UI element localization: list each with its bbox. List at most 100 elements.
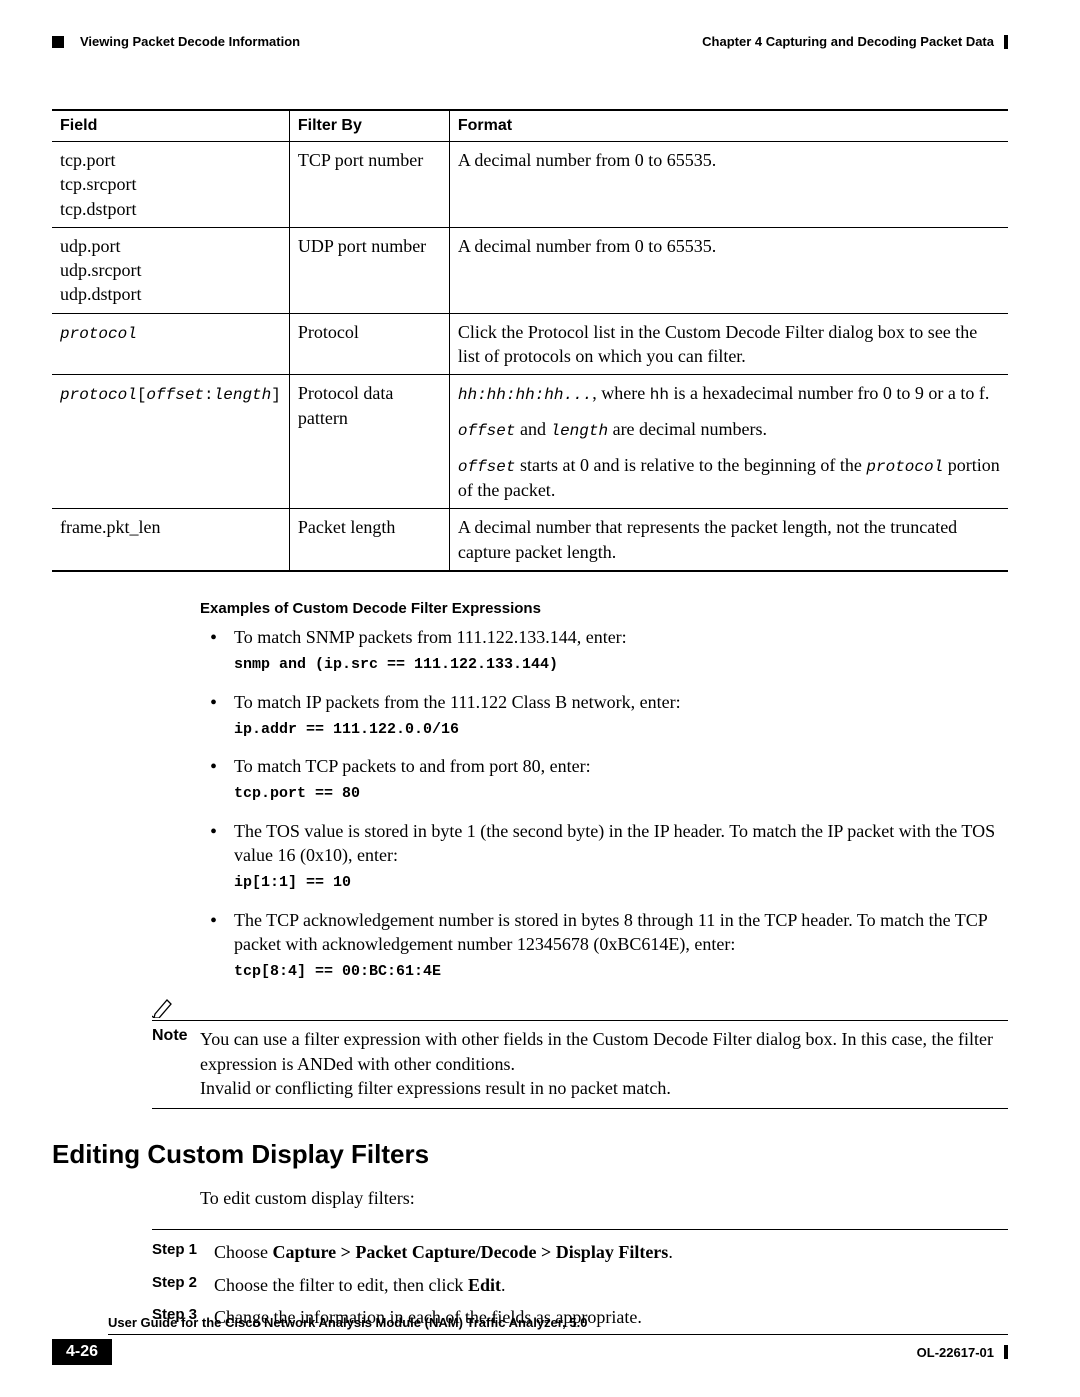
footer-bottom: 4-26 OL-22617-01 [52, 1339, 1008, 1365]
cell-field: udp.port udp.srcport udp.dstport [52, 227, 289, 313]
page-content: Viewing Packet Decode Information Chapte… [0, 0, 1080, 1329]
t: hh [650, 386, 669, 404]
field-val: udp.dstport [60, 284, 142, 304]
step-text: Choose Capture > Packet Capture/Decode >… [214, 1240, 673, 1264]
footer-code: OL-22617-01 [917, 1345, 1008, 1360]
list-item: To match TCP packets to and from port 80… [200, 754, 1008, 805]
cell-format: A decimal number that represents the pac… [449, 509, 1008, 571]
pencil-icon [152, 996, 1008, 1018]
th-filterby: Filter By [289, 110, 449, 142]
note-label: Note [152, 1027, 200, 1100]
table-row: protocol Protocol Click the Protocol lis… [52, 313, 1008, 375]
page-number-badge: 4-26 [52, 1339, 112, 1365]
footer-title-wrap: User Guide for the Cisco Network Analysi… [108, 1311, 1008, 1335]
note-line: You can use a filter expression with oth… [200, 1029, 993, 1073]
t: Capture > Packet Capture/Decode > Displa… [273, 1242, 669, 1262]
cell-filterby: Protocol [289, 313, 449, 375]
t: length [214, 386, 272, 404]
step-text: Choose the filter to edit, then click Ed… [214, 1273, 505, 1297]
header-right: Chapter 4 Capturing and Decoding Packet … [702, 34, 1008, 49]
list-item: The TCP acknowledgement number is stored… [200, 908, 1008, 983]
list-item: To match IP packets from the 111.122 Cla… [200, 690, 1008, 741]
cell-format: A decimal number from 0 to 65535. [449, 227, 1008, 313]
table-row: tcp.port tcp.srcport tcp.dstport TCP por… [52, 142, 1008, 228]
field-val: udp.srcport [60, 260, 141, 280]
footer-bar-icon [1004, 1345, 1008, 1359]
header-left: Viewing Packet Decode Information [52, 34, 300, 49]
example-code: snmp and (ip.src == 111.122.133.144) [234, 655, 1008, 675]
cell-filterby: TCP port number [289, 142, 449, 228]
section-intro: To edit custom display filters: [200, 1188, 1008, 1209]
field-val: protocol [60, 325, 137, 343]
examples-heading: Examples of Custom Decode Filter Express… [200, 600, 1008, 617]
t: protocol [60, 386, 137, 404]
cell-field: frame.pkt_len [52, 509, 289, 571]
main-content: Field Filter By Format tcp.port tcp.srcp… [52, 109, 1008, 1329]
note-text: You can use a filter expression with oth… [200, 1027, 1008, 1100]
section-heading: Editing Custom Display Filters [52, 1139, 1008, 1170]
cell-format: hh:hh:hh:hh..., where hh is a hexadecima… [449, 375, 1008, 509]
t: starts at 0 and is relative to the begin… [515, 455, 866, 475]
step-row: Step 2 Choose the filter to edit, then c… [152, 1273, 1008, 1297]
example-code: tcp.port == 80 [234, 784, 1008, 804]
example-text: To match SNMP packets from 111.122.133.1… [234, 627, 627, 647]
field-val: tcp.port [60, 150, 116, 170]
table-header-row: Field Filter By Format [52, 110, 1008, 142]
t: offset [458, 422, 516, 440]
example-text: To match IP packets from the 111.122 Cla… [234, 692, 681, 712]
table-row: frame.pkt_len Packet length A decimal nu… [52, 509, 1008, 571]
t: length [550, 422, 608, 440]
t: protocol [866, 458, 943, 476]
step-label: Step 1 [152, 1240, 214, 1264]
example-code: ip.addr == 111.122.0.0/16 [234, 720, 1008, 740]
list-item: The TOS value is stored in byte 1 (the s… [200, 819, 1008, 894]
footer-title: User Guide for the Cisco Network Analysi… [108, 1315, 587, 1330]
note-block: Note You can use a filter expression wit… [152, 996, 1008, 1109]
example-text: The TCP acknowledgement number is stored… [234, 910, 987, 954]
footer-code-text: OL-22617-01 [917, 1345, 994, 1360]
table-row: protocol[offset:length] Protocol data pa… [52, 375, 1008, 509]
header-bar-icon [1004, 35, 1008, 49]
t: ] [271, 386, 281, 404]
cell-format: Click the Protocol list in the Custom De… [449, 313, 1008, 375]
t: offset [146, 386, 204, 404]
example-text: The TOS value is stored in byte 1 (the s… [234, 821, 995, 865]
t: : [204, 386, 214, 404]
t: hh:hh:hh:hh... [458, 386, 592, 404]
t: , where [592, 383, 649, 403]
cell-field: protocol [52, 313, 289, 375]
list-item: To match SNMP packets from 111.122.133.1… [200, 625, 1008, 676]
examples-list: To match SNMP packets from 111.122.133.1… [200, 625, 1008, 982]
header-marker-icon [52, 36, 64, 48]
field-val: tcp.dstport [60, 199, 137, 219]
step-row: Step 1 Choose Capture > Packet Capture/D… [152, 1240, 1008, 1264]
t: . [501, 1275, 506, 1295]
t: Choose [214, 1242, 273, 1262]
cell-format: A decimal number from 0 to 65535. [449, 142, 1008, 228]
t: are decimal numbers. [608, 419, 767, 439]
cell-filterby: Protocol data pattern [289, 375, 449, 509]
header-chapter: Chapter 4 Capturing and Decoding Packet … [702, 34, 994, 49]
field-val: udp.port [60, 236, 121, 256]
cell-filterby: UDP port number [289, 227, 449, 313]
t: [ [137, 386, 147, 404]
cell-field: tcp.port tcp.srcport tcp.dstport [52, 142, 289, 228]
note-body: Note You can use a filter expression wit… [152, 1020, 1008, 1109]
example-code: tcp[8:4] == 00:BC:61:4E [234, 962, 1008, 982]
table-row: udp.port udp.srcport udp.dstport UDP por… [52, 227, 1008, 313]
t: offset [458, 458, 516, 476]
page-header: Viewing Packet Decode Information Chapte… [52, 34, 1008, 49]
t: Edit [468, 1275, 501, 1295]
t: is a hexadecimal number fro 0 to 9 or a … [669, 383, 989, 403]
field-val: tcp.srcport [60, 174, 136, 194]
filter-table: Field Filter By Format tcp.port tcp.srcp… [52, 109, 1008, 572]
t: Choose the filter to edit, then click [214, 1275, 468, 1295]
header-section-title: Viewing Packet Decode Information [80, 34, 300, 49]
step-label: Step 2 [152, 1273, 214, 1297]
th-field: Field [52, 110, 289, 142]
th-format: Format [449, 110, 1008, 142]
t: and [515, 419, 550, 439]
page-footer: User Guide for the Cisco Network Analysi… [52, 1311, 1008, 1365]
example-code: ip[1:1] == 10 [234, 873, 1008, 893]
t: . [668, 1242, 673, 1262]
